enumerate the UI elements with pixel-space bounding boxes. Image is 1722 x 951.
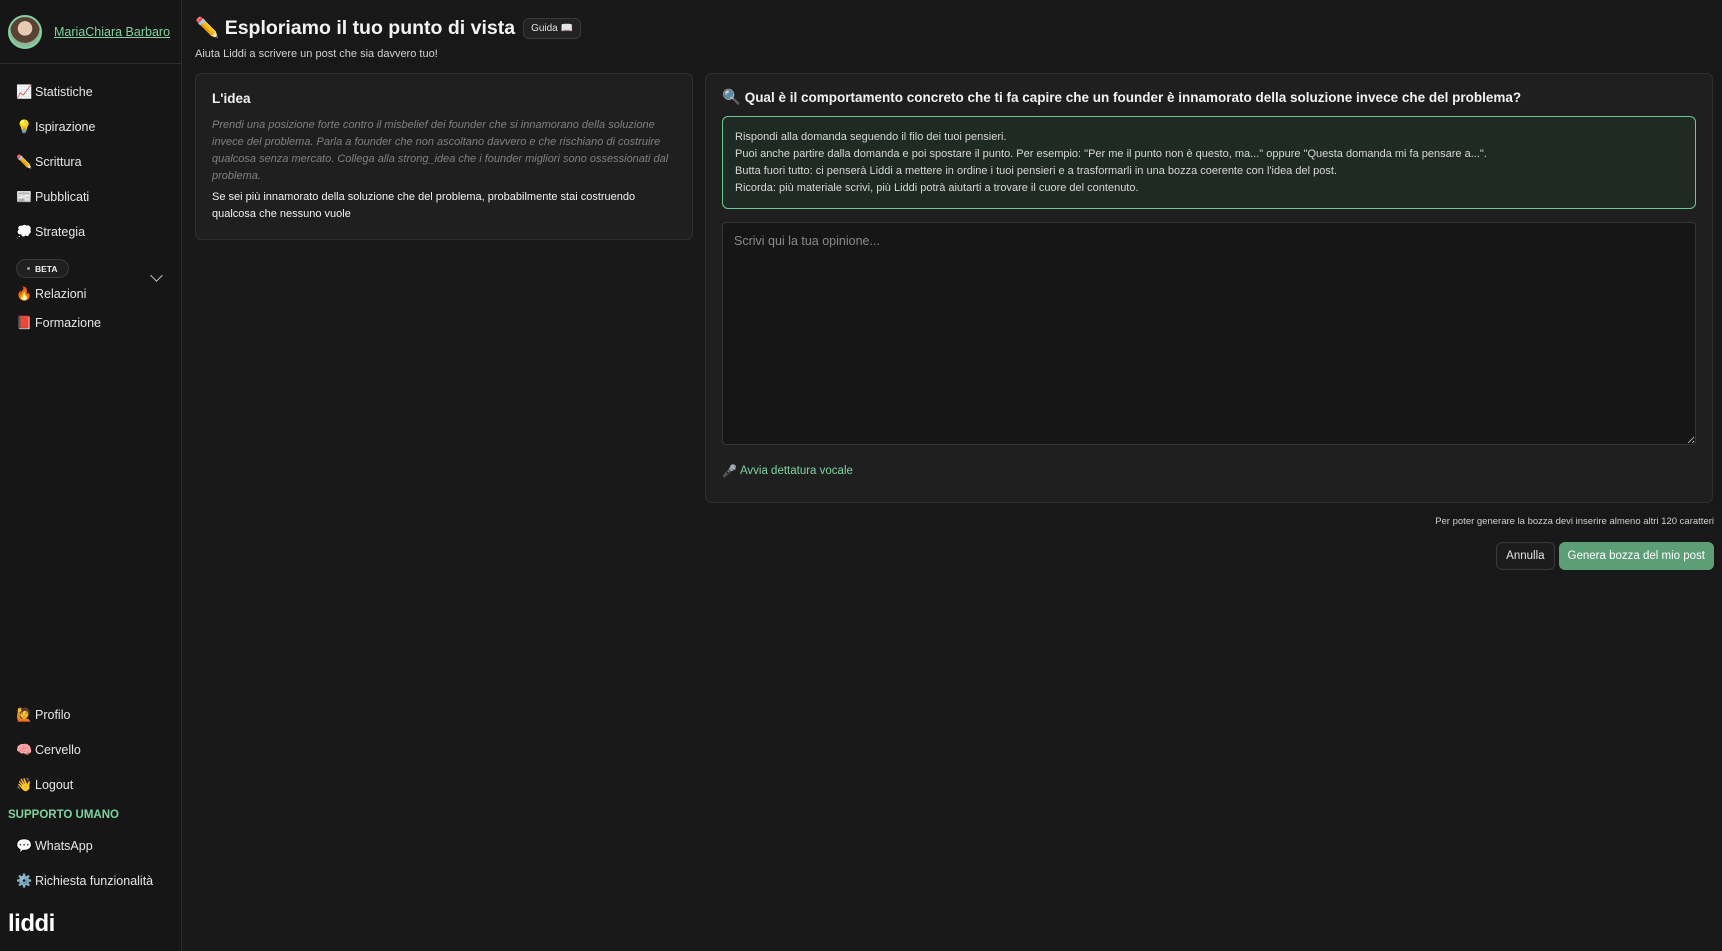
idea-strong-statement: Se sei più innamorato della soluzione ch… [212,191,636,220]
sidebar-item-cervello[interactable]: 🧠 Cervello [0,732,181,767]
voice-dictation-label: Avvia dettatura vocale [739,465,853,477]
dot-icon [27,267,30,270]
waving-hand-icon: 👋 [16,776,33,792]
main-content: ✏️ Esploriamo il tuo punto di vista Guid… [182,0,1722,951]
cancel-button[interactable]: Annulla [1496,542,1555,570]
pencil-icon: ✏️ [16,153,33,169]
title-row: ✏️ Esploriamo il tuo punto di vista Guid… [195,16,581,40]
idea-description: Prendi una posizione forte contro il mis… [212,119,669,182]
gear-icon: ⚙️ [16,872,33,888]
sidebar-item-whatsapp[interactable]: 💬 WhatsApp [0,828,181,863]
sidebar-item-label: Statistiche [35,84,93,99]
idea-card: L'idea Prendi una posizione forte contro… [195,73,693,240]
question-title-text: Qual è il comportamento concreto che ti … [744,89,1522,105]
page-title: ✏️ Esploriamo il tuo punto di vista [195,16,515,40]
sidebar-item-scrittura[interactable]: ✏️ Scrittura [0,144,181,179]
support-section-title: SUPPORTO UMANO [8,809,119,821]
pencil-icon: ✏️ [195,17,220,39]
action-buttons: Annulla Genera bozza del mio post [1496,542,1714,570]
sidebar-item-relazioni[interactable]: 🔥 Relazioni [16,281,181,307]
sidebar-item-label: Pubblicati [35,189,90,204]
user-name-link[interactable]: MariaChiara Barbaro [54,25,170,39]
generate-draft-button[interactable]: Genera bozza del mio post [1558,542,1714,570]
sidebar-item-formazione[interactable]: 📕 Formazione [0,305,181,340]
page-subtitle: Aiuta Liddi a scrivere un post che sia d… [195,48,438,60]
hint-line: Puoi anche partire dalla domanda e poi s… [735,148,1487,160]
voice-dictation-button[interactable]: 🎤 Avvia dettatura vocale [722,464,1696,478]
hint-line: Ricorda: più materiale scrivi, più Liddi… [735,182,1139,194]
sidebar-item-logout[interactable]: 👋 Logout [0,767,181,802]
character-requirement-note: Per poter generare la bozza devi inserir… [1435,516,1714,527]
sidebar-item-label: Logout [35,777,74,792]
guide-button[interactable]: Guida 📖 [523,17,581,39]
opinion-textarea[interactable] [722,222,1696,445]
sidebar-item-label: Richiesta funzionalità [35,873,154,888]
sidebar-item-label: WhatsApp [35,838,93,853]
beta-badge: BETA [16,259,69,278]
speech-bubble-icon: 💬 [16,837,33,853]
avatar[interactable] [8,14,42,49]
fire-icon: 🔥 [16,286,33,301]
sidebar-item-strategia[interactable]: 💭 Strategia [0,214,181,249]
thought-bubble-icon: 💭 [16,223,33,239]
sidebar-item-richiesta-funzionalita[interactable]: ⚙️ Richiesta funzionalità [0,863,181,898]
question-card: 🔍 Qual è il comportamento concreto che t… [705,73,1713,503]
sidebar-item-profilo[interactable]: 🙋 Profilo [0,697,181,732]
magnifier-icon: 🔍 [722,89,741,106]
sidebar-item-label: Ispirazione [35,119,96,134]
newspaper-icon: 📰 [16,188,33,204]
hint-box: Rispondi alla domanda seguendo il filo d… [722,116,1696,209]
sidebar-nav: 📈 Statistiche 💡 Ispirazione ✏️ Scrittura… [0,64,181,340]
hint-line: Butta fuori tutto: ci penserà Liddi a me… [735,165,1337,177]
sidebar-item-label: Strategia [35,224,86,239]
microphone-icon: 🎤 [722,464,737,478]
page-header: ✏️ Esploriamo il tuo punto di vista Guid… [195,16,581,60]
lightbulb-icon: 💡 [16,118,33,134]
app-root: MariaChiara Barbaro 📈 Statistiche 💡 Ispi… [0,0,1722,951]
liddi-logo[interactable]: liddi [8,910,55,938]
sidebar-item-label: Relazioni [35,287,87,301]
sidebar-item-label: Profilo [35,707,71,722]
chevron-down-icon[interactable] [150,269,163,282]
sidebar-item-ispirazione[interactable]: 💡 Ispirazione [0,109,181,144]
person-icon: 🙋 [16,706,33,722]
sidebar-item-label: Scrittura [35,154,82,169]
sidebar-bottom: 🙋 Profilo 🧠 Cervello 👋 Logout SUPPORTO U… [0,697,181,898]
chart-icon: 📈 [16,83,33,99]
sidebar-item-label: Formazione [35,315,101,330]
book-icon: 📕 [16,314,33,330]
sidebar: MariaChiara Barbaro 📈 Statistiche 💡 Ispi… [0,0,182,951]
page-title-text: Esploriamo il tuo punto di vista [224,17,516,39]
sidebar-item-pubblicati[interactable]: 📰 Pubblicati [0,179,181,214]
sidebar-group-relazioni: BETA 🔥 Relazioni [0,249,181,305]
beta-badge-label: BETA [35,263,58,274]
question-title: 🔍 Qual è il comportamento concreto che t… [722,88,1696,106]
user-row: MariaChiara Barbaro [0,0,181,64]
brain-icon: 🧠 [16,741,33,757]
idea-card-title: L'idea [212,91,251,106]
sidebar-item-label: Cervello [35,742,81,757]
sidebar-item-statistiche[interactable]: 📈 Statistiche [0,74,181,109]
hint-line: Rispondi alla domanda seguendo il filo d… [735,131,1007,143]
